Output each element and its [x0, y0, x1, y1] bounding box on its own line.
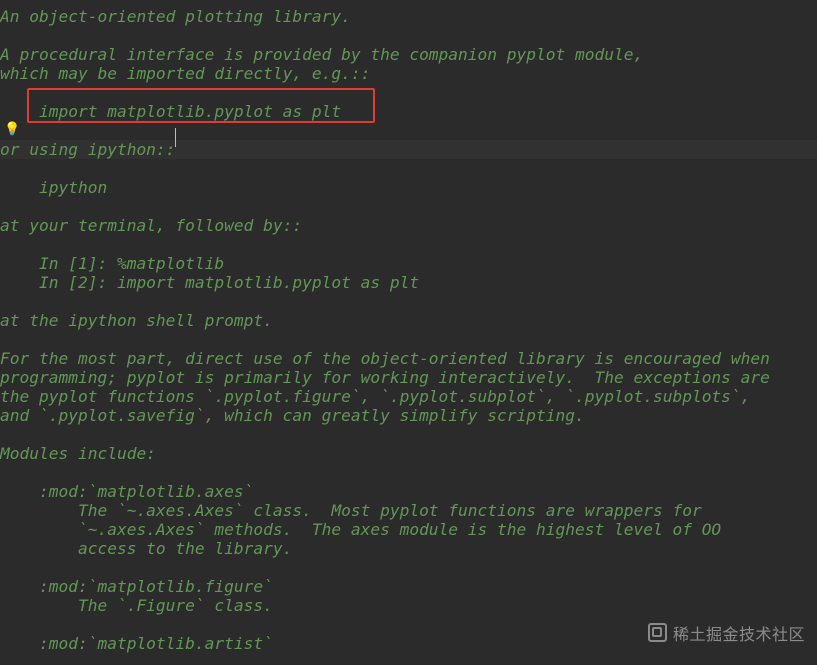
- code-line: [0, 197, 817, 216]
- code-line: In [2]: import matplotlib.pyplot as plt: [0, 273, 817, 292]
- code-line: [0, 558, 817, 577]
- code-line: and `.pyplot.savefig`, which can greatly…: [0, 406, 817, 425]
- watermark-text: 稀土掘金技术社区: [673, 627, 805, 644]
- code-line: [0, 463, 817, 482]
- code-line: [0, 425, 817, 444]
- code-line: [0, 26, 817, 45]
- code-line: [0, 235, 817, 254]
- code-line: programming; pyplot is primarily for wor…: [0, 368, 817, 387]
- code-editor[interactable]: """ An object-oriented plotting library.…: [0, 0, 817, 653]
- code-line: [0, 292, 817, 311]
- code-line: at your terminal, followed by::: [0, 216, 817, 235]
- code-line: """: [0, 0, 817, 7]
- code-line: the pyplot functions `.pyplot.figure`, `…: [0, 387, 817, 406]
- code-line: [0, 121, 817, 140]
- code-line: The `.Figure` class.: [0, 596, 817, 615]
- code-line: An object-oriented plotting library.: [0, 7, 817, 26]
- code-line: access to the library.: [0, 539, 817, 558]
- code-line: ipython: [0, 178, 817, 197]
- code-line: at the ipython shell prompt.: [0, 311, 817, 330]
- code-line: `~.axes.Axes` methods. The axes module i…: [0, 520, 817, 539]
- code-line: Modules include:: [0, 444, 817, 463]
- code-line: In [1]: %matplotlib: [0, 254, 817, 273]
- text-caret: [175, 128, 176, 147]
- code-line: For the most part, direct use of the obj…: [0, 349, 817, 368]
- code-line: [0, 330, 817, 349]
- code-line: :mod:`matplotlib.axes`: [0, 482, 817, 501]
- code-line: which may be imported directly, e.g.::: [0, 64, 817, 83]
- code-line-active: or using ipython::: [0, 140, 817, 159]
- code-line: A procedural interface is provided by th…: [0, 45, 817, 64]
- annotation-highlight-box: [27, 88, 375, 123]
- code-line: The `~.axes.Axes` class. Most pyplot fun…: [0, 501, 817, 520]
- watermark-logo-icon: [648, 623, 667, 642]
- watermark-label: 稀土掘金技术社区: [648, 623, 805, 645]
- code-line: [0, 159, 817, 178]
- lightbulb-icon[interactable]: 💡: [4, 120, 20, 139]
- code-line: :mod:`matplotlib.figure`: [0, 577, 817, 596]
